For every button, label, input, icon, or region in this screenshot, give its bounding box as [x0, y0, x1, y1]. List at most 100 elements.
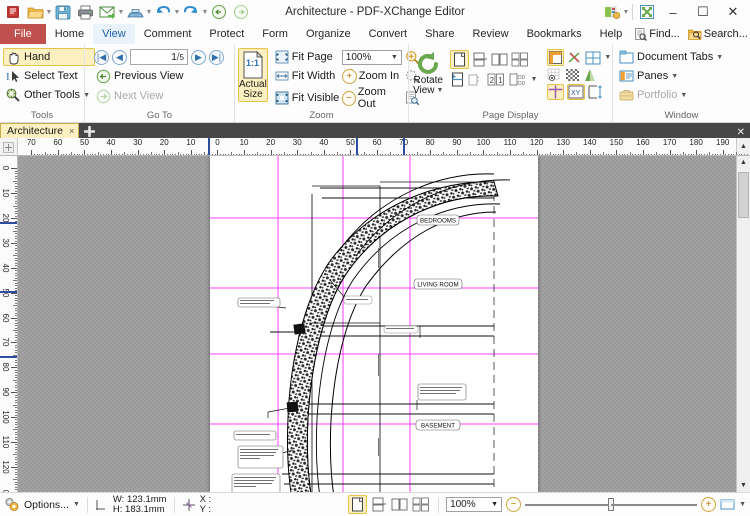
chevron-down-icon[interactable]: ▼ [604, 54, 611, 61]
chevron-down-icon[interactable]: ▼ [680, 92, 687, 99]
email-icon[interactable] [96, 1, 118, 23]
search-button[interactable]: Search... [685, 28, 750, 41]
page-background-icon[interactable] [547, 49, 565, 66]
page-transition-icon[interactable]: 21 [487, 72, 506, 87]
tab-convert[interactable]: Convert [360, 24, 417, 44]
chevron-down-icon[interactable]: ▼ [391, 54, 398, 61]
previous-view-button[interactable]: Previous View [94, 67, 189, 85]
ruler-origin-icon[interactable] [0, 138, 18, 155]
scroll-vertical-icon[interactable] [450, 72, 465, 87]
close-document-button[interactable]: ✕ [737, 127, 750, 138]
redo-icon[interactable] [180, 1, 202, 23]
close-button[interactable]: ✕ [718, 0, 748, 24]
undo-icon[interactable] [152, 1, 174, 23]
save-icon[interactable] [52, 1, 74, 23]
fit-width-button[interactable]: Fit Width [272, 67, 340, 85]
chevron-down-icon[interactable]: ▼ [491, 501, 498, 508]
next-page-button[interactable]: ▶ [191, 49, 206, 65]
zoom-out-button-icon[interactable]: − [341, 90, 356, 106]
rotate-view-button[interactable]: Rotate View ▼ [412, 48, 444, 102]
chevron-down-icon[interactable]: ▼ [530, 76, 537, 83]
ruler-guide-marker[interactable] [356, 138, 358, 155]
chevron-down-icon[interactable]: ▼ [739, 501, 746, 508]
vertical-ruler[interactable]: 01020304050607080901001101200 [0, 156, 18, 492]
previous-page-button[interactable]: ◀ [112, 49, 127, 65]
tab-review[interactable]: Review [463, 24, 517, 44]
single-page-continuous-icon[interactable] [472, 52, 488, 67]
color-management-icon[interactable] [583, 68, 598, 82]
customize-dropdown-arrow-icon[interactable]: ▼ [623, 1, 630, 23]
chevron-down-icon[interactable]: ▼ [73, 501, 80, 508]
minimize-button[interactable]: – [658, 0, 688, 24]
print-icon[interactable] [74, 1, 96, 23]
rulers-icon[interactable] [588, 85, 603, 99]
ruler-guide-marker[interactable] [208, 138, 210, 155]
fit-page-button[interactable]: Fit Page [272, 48, 340, 66]
zoom-in-circle-icon[interactable]: + [701, 497, 717, 512]
tab-help[interactable]: Help [591, 24, 632, 44]
portfolio-button[interactable]: Portfolio ▼ [616, 86, 728, 104]
scroll-up-button[interactable]: ▲ [737, 156, 750, 169]
other-tools-button[interactable]: Other Tools ▼ [3, 86, 95, 104]
zoom-slider[interactable] [525, 498, 698, 511]
document-tab-architecture[interactable]: Architecture × [0, 123, 80, 138]
options-button-label[interactable]: Options... [24, 499, 69, 511]
maximize-button[interactable]: ☐ [688, 0, 718, 24]
ruler-scroll-up-icon[interactable]: ▲ [736, 138, 750, 155]
pdf-page[interactable]: BEDROOMS LIVING ROOM BASEMENT [210, 156, 538, 492]
tab-form[interactable]: Form [253, 24, 297, 44]
two-pages-continuous-icon[interactable] [511, 52, 530, 67]
hide-annotations-icon[interactable] [567, 50, 582, 65]
ruler-guide-marker[interactable] [403, 138, 405, 155]
close-icon[interactable]: × [69, 126, 74, 136]
tab-bookmarks[interactable]: Bookmarks [518, 24, 591, 44]
customize-icon[interactable] [601, 1, 623, 23]
tab-file[interactable]: File [0, 24, 46, 44]
next-view-button[interactable]: Next View [94, 87, 168, 105]
zoom-out-circle-icon[interactable]: − [506, 497, 522, 512]
open-icon[interactable] [24, 1, 46, 23]
zoom-level-combobox[interactable]: 100% ▼ [341, 49, 402, 65]
two-pages-continuous-icon[interactable] [412, 497, 431, 512]
vertical-scrollbar[interactable]: ▲ ▼ [736, 156, 750, 492]
two-pages-icon[interactable] [491, 52, 508, 67]
actual-size-button[interactable]: 1:1 Actual Size [238, 48, 268, 102]
horizontal-ruler[interactable]: 7060504030201001020304050607080901001101… [0, 138, 750, 156]
page-number-input[interactable]: 1 /5 [130, 49, 188, 65]
zoom-in-button-icon[interactable]: + [341, 68, 357, 84]
hand-tool-button[interactable]: Hand [3, 48, 95, 66]
fullscreen-icon[interactable] [636, 1, 658, 23]
cover-page-icon[interactable]: DD DD [509, 72, 527, 87]
tab-share[interactable]: Share [416, 24, 463, 44]
chevron-down-icon[interactable]: ▼ [671, 73, 678, 80]
scroll-down-button[interactable]: ▼ [737, 479, 750, 492]
ruler-guide-marker[interactable] [0, 291, 17, 293]
zoom-out-label[interactable]: Zoom Out [358, 86, 403, 110]
previous-view-icon[interactable] [208, 1, 230, 23]
grid-icon[interactable] [547, 68, 562, 82]
single-page-icon[interactable] [450, 50, 470, 69]
new-tab-button[interactable] [79, 125, 99, 138]
scan-icon[interactable] [124, 1, 146, 23]
single-page-icon[interactable] [348, 495, 368, 514]
vertical-scroll-thumb[interactable] [738, 172, 749, 218]
fit-visible-button[interactable]: Fit Visible [272, 89, 340, 107]
scroll-horizontal-icon[interactable] [468, 72, 484, 87]
select-text-tool-button[interactable]: I Select Text [3, 67, 95, 85]
chevron-down-icon[interactable]: ▼ [437, 86, 444, 96]
app-menu-icon[interactable] [2, 1, 24, 23]
tab-protect[interactable]: Protect [200, 24, 253, 44]
measurement-units-icon[interactable]: XY [567, 84, 586, 100]
tab-comment[interactable]: Comment [135, 24, 201, 44]
two-pages-icon[interactable] [391, 497, 408, 512]
single-page-continuous-icon[interactable] [371, 497, 387, 512]
ruler-guide-marker[interactable] [0, 356, 17, 358]
last-page-button[interactable]: ▶| [209, 49, 224, 65]
ruler-guide-marker[interactable] [0, 222, 17, 224]
tab-view[interactable]: View [93, 24, 135, 44]
status-zoom-combobox[interactable]: 100% ▼ [446, 497, 503, 512]
window-mode-icon[interactable] [720, 498, 735, 511]
chevron-down-icon[interactable]: ▼ [716, 54, 723, 61]
split-panes-icon[interactable] [585, 51, 601, 65]
tab-home[interactable]: Home [46, 24, 93, 44]
